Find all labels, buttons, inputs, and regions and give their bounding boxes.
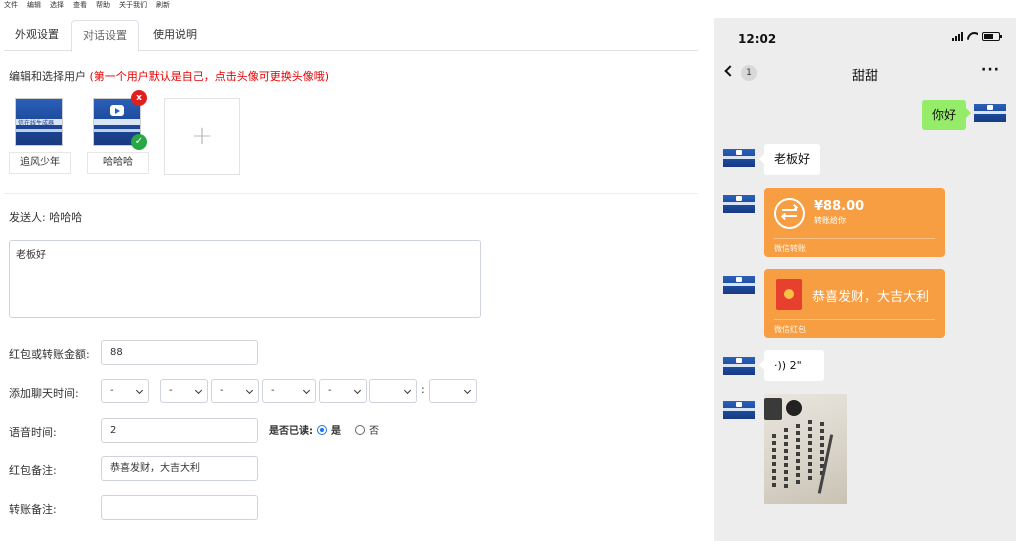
menu-refresh[interactable]: 刷新 [156, 0, 170, 12]
minute-select[interactable] [429, 379, 477, 403]
users-section-title: 编辑和选择用户 (第一个用户默认是自己，点击头像可更换头像哦) [9, 68, 329, 84]
message-textarea[interactable]: 老板好 [9, 240, 481, 318]
status-time: 12:02 [738, 32, 777, 46]
redpacket-footer: 微信红包 [774, 319, 935, 338]
avatar-caption: 信在线生成器 [18, 120, 55, 127]
chevron-down-icon [403, 386, 412, 395]
status-icons [952, 32, 1002, 41]
phone-preview: 12:02 甜甜 1 ··· 你好 老板好 ¥88.00 转账给你 微信转账 恭… [714, 18, 1016, 541]
outgoing-bubble: 你好 [922, 100, 972, 130]
sender-row: 发送人: 哈哈哈 [9, 209, 82, 225]
voice-label: 语音时间: [9, 426, 57, 439]
tab-appearance[interactable]: 外观设置 [4, 20, 70, 51]
menu-bar: 文件 编辑 选择 查看 帮助 关于我们 刷新 [0, 0, 710, 12]
user-name-1[interactable]: 追风少年 [9, 152, 71, 174]
chevron-down-icon [135, 386, 144, 395]
hour-select[interactable] [369, 379, 417, 403]
read-yes-radio[interactable] [317, 424, 327, 435]
user-name-2[interactable]: 哈哈哈 [87, 152, 149, 174]
transfer-footer: 微信转账 [774, 238, 935, 257]
unread-badge: 1 [741, 65, 757, 81]
transfer-card[interactable]: ¥88.00 转账给你 微信转账 [764, 188, 945, 257]
divider [4, 193, 698, 194]
contact-avatar [723, 195, 755, 213]
self-avatar [974, 104, 1006, 122]
tab-bar: 外观设置 对话设置 使用说明 [4, 20, 698, 52]
remove-user-icon[interactable]: x [131, 90, 147, 106]
year-select[interactable]: - [101, 379, 149, 403]
contact-avatar [723, 357, 755, 375]
chat-title: 甜甜 [851, 69, 878, 84]
menu-view[interactable]: 查看 [73, 0, 87, 12]
status-bar: 12:02 [714, 18, 1016, 58]
read-yes-label: 是 [331, 426, 341, 437]
chat-navbar: 甜甜 1 ··· [714, 58, 1016, 88]
read-no-radio[interactable] [355, 424, 365, 435]
day-select[interactable]: - [211, 379, 259, 403]
more-icon[interactable]: ··· [981, 62, 1000, 78]
contact-avatar [723, 276, 755, 294]
voice-duration: 2" [789, 359, 802, 372]
menu-select[interactable]: 选择 [50, 0, 64, 12]
red-packet-icon [776, 279, 802, 310]
voice-input[interactable]: 2 [101, 418, 258, 443]
period-value: - [328, 385, 332, 396]
selected-check-icon: ✓ [131, 134, 147, 150]
period-select[interactable]: - [319, 379, 367, 403]
sender-name: 哈哈哈 [49, 211, 83, 224]
chat-time-label: 添加聊天时间: [9, 387, 79, 400]
time-separator: : [421, 383, 425, 396]
menu-help[interactable]: 帮助 [96, 0, 110, 12]
menu-edit[interactable]: 编辑 [27, 0, 41, 12]
read-radio-group: 是否已读: 是 否 [269, 422, 379, 437]
users-title: 编辑和选择用户 [9, 70, 86, 83]
voice-bubble[interactable]: ·)) 2" [759, 350, 824, 381]
add-user-button[interactable]: + [164, 98, 240, 175]
voice-wave-icon: ·)) [774, 359, 787, 372]
month-value: - [169, 385, 173, 396]
user-card-1[interactable]: 信在线生成器 追风少年 [9, 98, 71, 176]
redpacket-label: 红包备注: [9, 464, 57, 477]
transfer-subtitle: 转账给你 [814, 216, 846, 225]
tab-dialog[interactable]: 对话设置 [71, 20, 139, 52]
amount-label: 红包或转账金额: [9, 348, 90, 361]
calligraphy-photo[interactable] [764, 394, 847, 504]
redpacket-text: 恭喜发财，大吉大利 [812, 290, 930, 305]
transfer-input[interactable] [101, 495, 258, 520]
year-value: - [110, 385, 114, 396]
transfer-icon [774, 198, 805, 229]
chevron-down-icon [194, 386, 203, 395]
chevron-down-icon [245, 386, 254, 395]
read-no-label: 否 [369, 426, 379, 437]
day-value: - [220, 385, 224, 396]
transfer-label: 转账备注: [9, 503, 57, 516]
weekday-value: - [271, 385, 275, 396]
chevron-down-icon [353, 386, 362, 395]
redpacket-card[interactable]: 恭喜发财，大吉大利 微信红包 [764, 269, 945, 338]
month-select[interactable]: - [160, 379, 208, 403]
read-label: 是否已读: [269, 426, 313, 437]
weekday-select[interactable]: - [262, 379, 316, 403]
amount-input[interactable]: 88 [101, 340, 258, 365]
incoming-bubble: 老板好 [758, 144, 821, 175]
sender-label: 发送人: [9, 211, 46, 224]
chevron-down-icon [463, 386, 472, 395]
wifi-icon [967, 32, 978, 41]
contact-avatar [723, 401, 755, 419]
user-card-2[interactable]: x ✓ 哈哈哈 [87, 90, 149, 176]
battery-icon [982, 32, 1002, 41]
avatar[interactable]: 信在线生成器 [15, 98, 63, 146]
menu-file[interactable]: 文件 [4, 0, 18, 12]
signal-icon [952, 32, 963, 41]
play-icon [110, 105, 124, 116]
contact-avatar [723, 149, 755, 167]
redpacket-input[interactable]: 恭喜发财，大吉大利 [101, 456, 258, 481]
chevron-down-icon [302, 386, 311, 395]
transfer-amount: ¥88.00 [814, 199, 865, 214]
menu-about[interactable]: 关于我们 [119, 0, 147, 12]
users-hint: (第一个用户默认是自己，点击头像可更换头像哦) [89, 70, 330, 83]
tab-instructions[interactable]: 使用说明 [140, 20, 210, 51]
